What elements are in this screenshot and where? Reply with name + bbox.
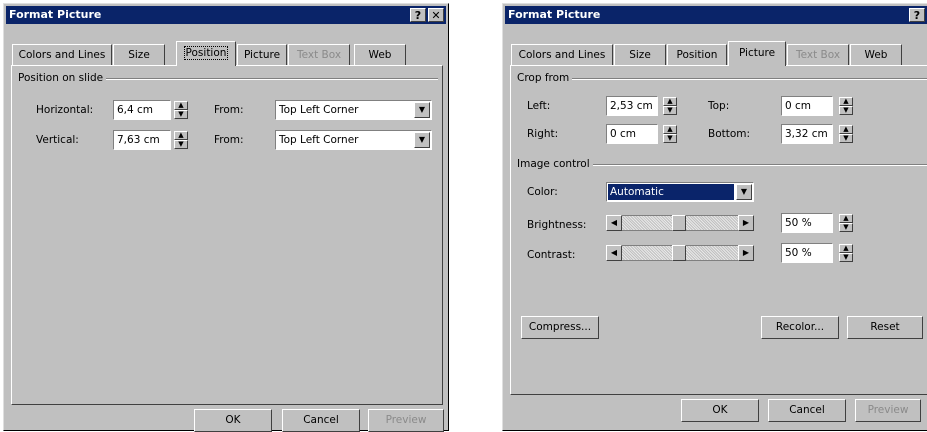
spin-down-icon[interactable]: ▼ xyxy=(174,140,188,149)
arrow-right-icon[interactable]: ▶ xyxy=(738,245,754,261)
tab-position[interactable]: Position xyxy=(667,44,727,66)
ok-button[interactable]: OK xyxy=(194,409,272,432)
help-button[interactable]: ? xyxy=(410,8,426,22)
contrast-input[interactable]: 50 % xyxy=(781,243,833,263)
spin-down-icon[interactable]: ▼ xyxy=(663,106,677,115)
tab-picture[interactable]: Picture xyxy=(237,44,287,66)
brightness-input[interactable]: 50 % xyxy=(781,213,833,233)
contrast-slider-thumb[interactable] xyxy=(672,245,686,261)
spin-up-icon[interactable]: ▲ xyxy=(839,125,853,134)
spin-down-icon[interactable]: ▼ xyxy=(839,253,853,262)
from-horizontal-select[interactable]: Top Left Corner xyxy=(275,100,432,120)
group-image-control: Image control xyxy=(517,158,927,170)
color-label: Color: xyxy=(527,186,558,198)
dialog-titlebar: Format Picture ? xyxy=(505,6,927,24)
crop-bottom-input[interactable]: 3,32 cm xyxy=(781,124,833,144)
dialog-title: Format Picture xyxy=(508,8,601,21)
spin-up-icon[interactable]: ▲ xyxy=(839,214,853,223)
color-selected-value: Automatic xyxy=(608,184,734,200)
vertical-input[interactable]: 7,63 cm xyxy=(113,130,171,150)
compress-button[interactable]: Compress... xyxy=(521,316,599,339)
spin-down-icon[interactable]: ▼ xyxy=(174,110,188,119)
group-label: Crop from xyxy=(517,72,573,84)
color-select[interactable]: Automatic xyxy=(606,182,754,202)
tab-panel-position: Position on slide Horizontal: 6,4 cm ▲ ▼… xyxy=(11,65,443,405)
crop-top-label: Top: xyxy=(708,100,730,112)
preview-button: Preview xyxy=(368,409,444,432)
from-label-horizontal: From: xyxy=(214,104,244,116)
crop-top-input[interactable]: 0 cm xyxy=(781,96,833,116)
tab-web[interactable]: Web xyxy=(354,44,406,66)
crop-left-input[interactable]: 2,53 cm xyxy=(606,96,658,116)
close-button[interactable]: ✕ xyxy=(428,8,444,22)
vertical-spinner[interactable]: ▲ ▼ xyxy=(174,131,188,149)
chevron-down-icon[interactable]: ▼ xyxy=(414,132,430,148)
tab-position[interactable]: Position xyxy=(176,41,236,66)
reset-button[interactable]: Reset xyxy=(847,316,923,339)
from-label-vertical: From: xyxy=(214,134,244,146)
spin-down-icon[interactable]: ▼ xyxy=(663,134,677,143)
horizontal-input[interactable]: 6,4 cm xyxy=(113,100,171,120)
crop-right-input[interactable]: 0 cm xyxy=(606,124,658,144)
ok-button[interactable]: OK xyxy=(681,399,759,422)
tab-size[interactable]: Size xyxy=(614,44,666,66)
spin-down-icon[interactable]: ▼ xyxy=(839,223,853,232)
help-button[interactable]: ? xyxy=(909,8,925,22)
crop-bottom-spinner[interactable]: ▲ ▼ xyxy=(839,125,853,143)
spin-up-icon[interactable]: ▲ xyxy=(174,101,188,110)
tab-text-box: Text Box xyxy=(288,44,350,66)
tab-picture[interactable]: Picture xyxy=(728,41,786,66)
arrow-left-icon[interactable]: ◀ xyxy=(606,215,622,231)
spin-up-icon[interactable]: ▲ xyxy=(839,97,853,106)
arrow-right-icon[interactable]: ▶ xyxy=(738,215,754,231)
dialog-title: Format Picture xyxy=(9,8,102,21)
vertical-label: Vertical: xyxy=(36,134,79,146)
horizontal-label: Horizontal: xyxy=(36,104,94,116)
spin-up-icon[interactable]: ▲ xyxy=(663,97,677,106)
crop-left-label: Left: xyxy=(527,100,551,112)
tab-colors-and-lines[interactable]: Colors and Lines xyxy=(12,44,112,66)
spin-up-icon[interactable]: ▲ xyxy=(174,131,188,140)
spin-down-icon[interactable]: ▼ xyxy=(839,134,853,143)
group-label: Image control xyxy=(517,158,593,170)
preview-button: Preview xyxy=(855,399,921,422)
arrow-left-icon[interactable]: ◀ xyxy=(606,245,622,261)
recolor-button[interactable]: Recolor... xyxy=(761,316,839,339)
spin-up-icon[interactable]: ▲ xyxy=(839,244,853,253)
spin-up-icon[interactable]: ▲ xyxy=(663,125,677,134)
tab-web[interactable]: Web xyxy=(850,44,902,66)
contrast-spinner[interactable]: ▲ ▼ xyxy=(839,244,853,262)
cancel-button[interactable]: Cancel xyxy=(768,399,846,422)
group-label: Position on slide xyxy=(18,72,107,84)
chevron-down-icon[interactable]: ▼ xyxy=(736,184,752,200)
format-picture-dialog-position: Format Picture ? ✕ Colors and Lines Size… xyxy=(3,3,449,432)
crop-bottom-label: Bottom: xyxy=(708,128,751,140)
cancel-button[interactable]: Cancel xyxy=(282,409,360,432)
from-vertical-select[interactable]: Top Left Corner xyxy=(275,130,432,150)
group-crop-from: Crop from xyxy=(517,72,927,84)
horizontal-spinner[interactable]: ▲ ▼ xyxy=(174,101,188,119)
brightness-slider-thumb[interactable] xyxy=(672,215,686,231)
tab-text-box: Text Box xyxy=(787,44,849,66)
contrast-slider[interactable]: ◀ ▶ xyxy=(606,245,754,261)
contrast-label: Contrast: xyxy=(527,249,576,261)
tab-colors-and-lines[interactable]: Colors and Lines xyxy=(511,44,613,66)
chevron-down-icon[interactable]: ▼ xyxy=(414,102,430,118)
format-picture-dialog-picture: Format Picture ? Colors and Lines Size P… xyxy=(502,3,927,431)
crop-left-spinner[interactable]: ▲ ▼ xyxy=(663,97,677,115)
dialog-titlebar: Format Picture ? ✕ xyxy=(6,6,446,24)
crop-top-spinner[interactable]: ▲ ▼ xyxy=(839,97,853,115)
crop-right-spinner[interactable]: ▲ ▼ xyxy=(663,125,677,143)
spin-down-icon[interactable]: ▼ xyxy=(839,106,853,115)
crop-right-label: Right: xyxy=(527,128,559,140)
brightness-spinner[interactable]: ▲ ▼ xyxy=(839,214,853,232)
brightness-slider[interactable]: ◀ ▶ xyxy=(606,215,754,231)
brightness-label: Brightness: xyxy=(527,219,587,231)
tab-size[interactable]: Size xyxy=(113,44,165,66)
group-position-on-slide: Position on slide xyxy=(18,72,438,84)
tab-panel-picture: Crop from Left: 2,53 cm ▲ ▼ Top: 0 cm ▲ … xyxy=(510,65,927,395)
